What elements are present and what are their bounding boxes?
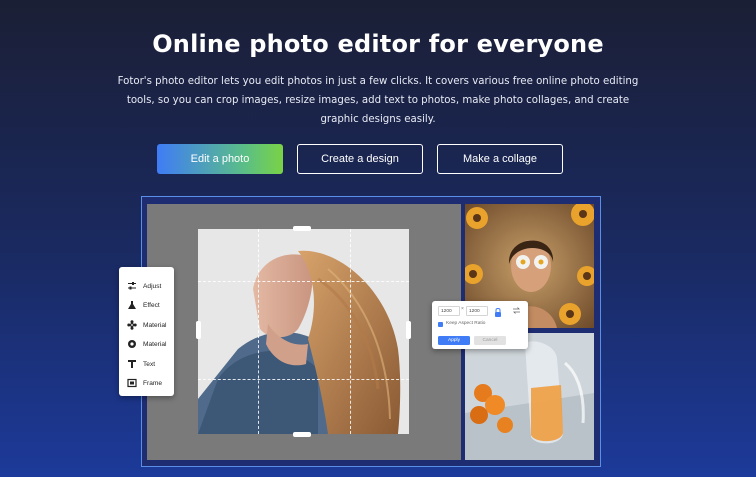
crop-grid-line (258, 229, 259, 434)
hero-description-line: tools, so you can crop images, resize im… (126, 95, 630, 106)
tool-label: Frame (143, 379, 163, 387)
crop-handle-left[interactable] (196, 321, 201, 339)
flask-icon (127, 300, 137, 310)
tool-label: Effect (143, 301, 160, 309)
text-icon (127, 359, 137, 369)
crop-handle-top[interactable] (293, 226, 311, 231)
tool-label: Material (143, 321, 167, 329)
resize-popup: 1200 × 1200 Keep Aspect Ratio Apply Canc… (432, 301, 528, 349)
crop-grid-line (198, 379, 409, 380)
hero-description: Fotor's photo editor lets you edit photo… (100, 72, 656, 129)
tool-adjust[interactable]: Adjust (127, 278, 161, 294)
keep-aspect-label: Keep Aspect Ratio (446, 321, 486, 326)
frame-icon (127, 378, 137, 388)
tool-effect[interactable]: Effect (127, 297, 160, 313)
sliders-icon (127, 281, 137, 291)
cta-row: Edit a photo Create a design Make a coll… (0, 144, 756, 174)
size-separator: × (461, 306, 464, 312)
cancel-button[interactable]: Cancel (474, 336, 506, 345)
tool-label: Material (143, 340, 167, 348)
portrait-photo-illustration (198, 229, 409, 434)
tool-material[interactable]: Material (127, 317, 166, 333)
crop-grid-line (350, 229, 351, 434)
crop-handle-bottom[interactable] (293, 432, 311, 437)
glass-with-oranges-photo (465, 333, 594, 460)
tool-text[interactable]: Text (127, 356, 155, 372)
apply-button[interactable]: Apply (438, 336, 470, 345)
create-design-button[interactable]: Create a design (297, 144, 423, 174)
make-collage-button[interactable]: Make a collage (437, 144, 563, 174)
crop-handle-right[interactable] (406, 321, 411, 339)
tool-material-2[interactable]: Material (127, 336, 166, 352)
flower-icon (127, 320, 137, 330)
width-input[interactable]: 1200 (438, 306, 460, 316)
height-input[interactable]: 1200 (466, 306, 488, 316)
lock-icon[interactable] (494, 305, 502, 317)
circle-icon (127, 339, 137, 349)
keep-aspect-checkbox[interactable] (438, 322, 443, 327)
hero-title: Online photo editor for everyone (152, 30, 604, 58)
tool-frame[interactable]: Frame (127, 375, 162, 391)
tool-panel: Adjust Effect Material Material Text Fra… (119, 267, 174, 396)
hero-description-line: Fotor's photo editor lets you edit photo… (117, 76, 639, 87)
tool-label: Text (143, 360, 156, 368)
swap-icon[interactable] (512, 306, 521, 315)
main-photo (198, 229, 409, 434)
crop-grid-line (198, 281, 409, 282)
edit-photo-button[interactable]: Edit a photo (157, 144, 283, 174)
hero-description-line: graphic designs easily. (320, 114, 436, 125)
tool-label: Adjust (143, 282, 162, 290)
